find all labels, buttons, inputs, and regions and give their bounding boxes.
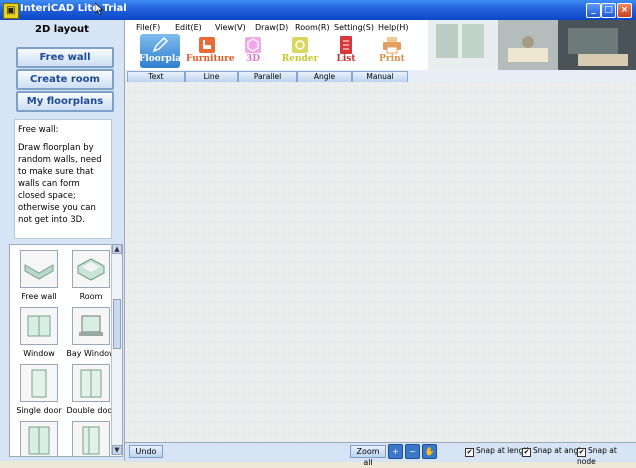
floorplan-tool-button[interactable]: Floorplan bbox=[139, 36, 188, 64]
tool-label: Furniture bbox=[186, 54, 235, 64]
checkbox-check-icon: ✔ bbox=[522, 448, 531, 457]
snap-at-angle-checkbox[interactable]: ✔ Snap at angle bbox=[522, 446, 585, 457]
scroll-thumb[interactable] bbox=[113, 299, 121, 349]
palette-label: Single door bbox=[16, 406, 62, 415]
single-door-icon bbox=[20, 364, 58, 402]
room-icon bbox=[72, 250, 110, 288]
menu-edit[interactable]: Edit(E) bbox=[175, 23, 202, 32]
close-button[interactable]: × bbox=[617, 3, 632, 18]
palette-item-free-wall[interactable]: Free wall bbox=[13, 250, 65, 301]
furniture-tool-button[interactable]: Furniture bbox=[186, 36, 235, 64]
mouse-pointer-icon bbox=[94, 2, 104, 18]
help-title: Free wall: bbox=[18, 125, 59, 135]
checkbox-check-icon: ✔ bbox=[577, 448, 586, 457]
palette-label: Room bbox=[79, 292, 103, 301]
menu-setting[interactable]: Setting(S) bbox=[334, 23, 374, 32]
pencil-icon bbox=[150, 36, 170, 54]
tool-label: Floorplan bbox=[139, 54, 188, 64]
sliding-door-icon bbox=[72, 421, 110, 456]
minimize-button[interactable]: _ bbox=[586, 3, 601, 18]
help-box: Free wall: Draw floorplan by random wall… bbox=[14, 119, 112, 239]
zoom-out-icon[interactable]: − bbox=[405, 444, 420, 459]
app-logo-icon: ▣ bbox=[3, 3, 19, 19]
scroll-down-icon[interactable]: ▼ bbox=[112, 445, 122, 455]
menu-help[interactable]: Help(H) bbox=[378, 23, 409, 32]
print-tool-button[interactable]: Print bbox=[371, 36, 413, 64]
glass-door-icon bbox=[20, 421, 58, 456]
3d-tool-button[interactable]: 3D bbox=[232, 36, 274, 64]
menu-file[interactable]: File(F) bbox=[136, 23, 160, 32]
palette-item-single-door[interactable]: Single door bbox=[13, 364, 65, 415]
menu-view[interactable]: View(V) bbox=[215, 23, 246, 32]
palette-item-more-2[interactable] bbox=[65, 421, 117, 456]
list-tool-button[interactable]: List bbox=[325, 36, 367, 64]
tool-label: 3D bbox=[245, 54, 261, 64]
double-door-icon bbox=[72, 364, 110, 402]
menu-draw[interactable]: Draw(D) bbox=[255, 23, 288, 32]
tool-label: List bbox=[336, 54, 356, 64]
scroll-up-icon[interactable]: ▲ bbox=[112, 244, 122, 254]
zoom-all-button[interactable]: Zoom all bbox=[350, 445, 386, 467]
image-icon bbox=[290, 36, 310, 54]
canvas-grid bbox=[125, 82, 636, 442]
chair-icon bbox=[197, 36, 217, 54]
object-palette: Free wall Room Window Bay Window Single … bbox=[9, 244, 123, 457]
palette-label: Free wall bbox=[21, 292, 57, 301]
list-icon bbox=[336, 36, 356, 54]
menu-room[interactable]: Room(R) bbox=[295, 23, 330, 32]
free-wall-button[interactable]: Free wall bbox=[16, 47, 114, 68]
palette-scrollbar[interactable]: ▲ ▼ bbox=[111, 244, 122, 455]
bay-window-icon bbox=[72, 307, 110, 345]
panel-heading: 2D layout bbox=[35, 24, 89, 35]
tool-label: Print bbox=[379, 54, 405, 64]
palette-item-room[interactable]: Room bbox=[65, 250, 117, 301]
render-tool-button[interactable]: Render bbox=[279, 36, 321, 64]
palette-item-more[interactable] bbox=[13, 421, 65, 456]
palette-label: Bay Window bbox=[66, 349, 116, 358]
cube-icon bbox=[243, 36, 263, 54]
help-text: Draw floorplan by random walls, need to … bbox=[18, 143, 102, 225]
my-floorplans-button[interactable]: My floorplans bbox=[16, 91, 114, 112]
palette-label: Double door bbox=[66, 406, 116, 415]
palette-item-bay-window[interactable]: Bay Window bbox=[65, 307, 117, 358]
maximize-button[interactable]: □ bbox=[601, 3, 616, 18]
palette-label: Window bbox=[23, 349, 55, 358]
free-wall-icon bbox=[20, 250, 58, 288]
undo-button[interactable]: Undo bbox=[129, 445, 163, 458]
palette-item-window[interactable]: Window bbox=[13, 307, 65, 358]
snap-at-node-checkbox[interactable]: ✔ Snap at node bbox=[577, 446, 636, 466]
palette-item-double-door[interactable]: Double door bbox=[65, 364, 117, 415]
tool-label: Render bbox=[281, 54, 319, 64]
pan-hand-icon[interactable]: ✋ bbox=[422, 444, 437, 459]
checkbox-check-icon: ✔ bbox=[465, 448, 474, 457]
printer-icon bbox=[382, 36, 402, 54]
create-room-button[interactable]: Create room bbox=[16, 69, 114, 90]
window-title: InteriCAD Lite Trial bbox=[20, 3, 127, 14]
zoom-in-icon[interactable]: + bbox=[388, 444, 403, 459]
window-icon bbox=[20, 307, 58, 345]
interior-banner-image bbox=[428, 20, 636, 70]
drawing-canvas[interactable] bbox=[125, 82, 636, 442]
